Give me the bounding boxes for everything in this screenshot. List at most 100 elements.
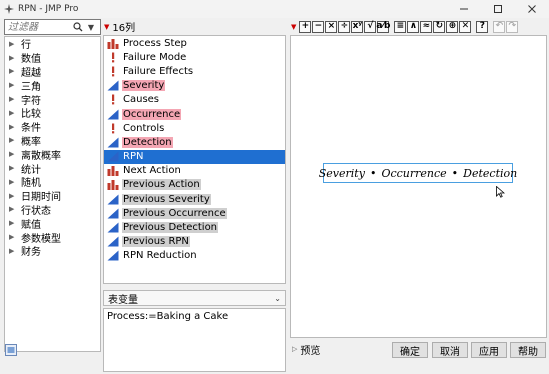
maximize-button[interactable] <box>481 0 515 18</box>
power-button[interactable]: xʸ <box>351 20 364 33</box>
column-item[interactable]: Failure Mode <box>104 50 285 64</box>
formula-picture-icon[interactable] <box>5 344 17 356</box>
column-item[interactable]: Failure Effects <box>104 64 285 78</box>
column-item[interactable]: Causes <box>104 93 285 107</box>
column-item[interactable]: Previous Occurrence <box>104 206 285 220</box>
function-category-item[interactable]: ▶ 超越 <box>5 65 100 79</box>
column-name: Previous Occurrence <box>122 207 227 219</box>
disclosure-triangle-icon[interactable]: ▷ <box>290 345 300 353</box>
expand-arrow-icon[interactable]: ▶ <box>9 233 17 241</box>
function-category-item[interactable]: ▶ 统计 <box>5 161 100 176</box>
expand-arrow-icon[interactable]: ▶ <box>9 164 17 172</box>
continuous-icon <box>106 136 119 148</box>
expand-arrow-icon[interactable]: ▶ <box>9 95 17 103</box>
expand-arrow-icon[interactable]: ▶ <box>9 247 17 255</box>
expand-arrow-icon[interactable]: ▶ <box>9 136 17 144</box>
apply-button[interactable]: 应用 <box>471 342 507 358</box>
expand-arrow-icon[interactable]: ▶ <box>9 150 17 158</box>
close-button[interactable] <box>515 0 549 18</box>
formula-expression[interactable]: Severity • Occurrence • Detection <box>319 163 517 183</box>
search-icon[interactable] <box>71 20 85 34</box>
formula-canvas[interactable]: Severity • Occurrence • Detection <box>290 35 547 338</box>
column-list: Process Step Failure Mode Failure Effects S… <box>103 35 286 284</box>
column-item[interactable]: Previous Severity <box>104 192 285 206</box>
function-category-item[interactable]: ▶ 赋值 <box>5 216 100 231</box>
chevron-down-icon[interactable]: ▼ <box>85 20 97 34</box>
function-category-item[interactable]: ▶ 比较 <box>5 106 100 121</box>
minimize-button[interactable] <box>447 0 481 18</box>
function-category-item[interactable]: ▶ 随机 <box>5 175 100 190</box>
column-item[interactable]: Severity <box>104 79 285 93</box>
merge-button[interactable]: ⊕ <box>446 20 459 33</box>
function-category-item[interactable]: ▶ 行状态 <box>5 203 100 217</box>
title-bar: RPN - JMP Pro <box>0 0 549 18</box>
column-item[interactable]: Detection <box>104 135 285 149</box>
table-variable-item[interactable]: Process:=Baking a Cake <box>107 311 228 322</box>
column-name: Next Action <box>123 165 181 177</box>
table-variables-dropdown[interactable]: 表变量 ⌄ <box>103 290 286 306</box>
refresh-button[interactable]: ↻ <box>433 20 446 33</box>
function-category-item[interactable]: ▶ 字符 <box>5 92 100 107</box>
function-category-item[interactable]: ▶ 参数模型 <box>5 230 100 245</box>
maximize-icon <box>494 5 502 13</box>
expand-arrow-icon[interactable]: ▶ <box>9 40 17 48</box>
divide-button[interactable]: ÷ <box>338 20 351 33</box>
function-category-label: 概率 <box>21 136 41 148</box>
function-category-item[interactable]: ▶ 三角 <box>5 78 100 93</box>
column-item[interactable]: Controls <box>104 121 285 135</box>
expand-arrow-icon[interactable]: ▶ <box>9 109 17 117</box>
filter-input[interactable] <box>5 20 71 34</box>
undo-button[interactable]: ↶ <box>493 20 506 33</box>
column-item[interactable]: Previous Detection <box>104 220 285 234</box>
expand-arrow-icon[interactable]: ▶ <box>9 192 17 200</box>
chevron-down-icon: ⌄ <box>274 293 281 303</box>
approx-button[interactable]: ≈ <box>420 20 433 33</box>
expand-arrow-icon[interactable]: ▶ <box>9 178 17 186</box>
match-button[interactable]: ≡ <box>394 20 407 33</box>
window-title: RPN - JMP Pro <box>18 4 79 14</box>
formula-term-occurrence[interactable]: Occurrence <box>381 167 446 180</box>
column-item[interactable]: Process Step <box>104 36 285 50</box>
multiply-button[interactable]: × <box>325 20 338 33</box>
column-item[interactable]: Next Action <box>104 164 285 178</box>
expand-arrow-icon[interactable]: ▶ <box>9 54 17 62</box>
expand-arrow-icon[interactable]: ▶ <box>9 219 17 227</box>
expand-arrow-icon[interactable]: ▶ <box>9 67 17 75</box>
function-category-label: 财务 <box>21 247 41 259</box>
red-triangle-icon[interactable]: ▼ <box>289 23 299 31</box>
red-triangle-icon[interactable]: ▼ <box>102 23 112 31</box>
function-category-item[interactable]: ▶ 离散概率 <box>5 147 100 162</box>
root-button[interactable]: √ <box>364 20 377 33</box>
column-item[interactable]: Previous RPN <box>104 235 285 249</box>
function-category-item[interactable]: ▶ 财务 <box>5 244 100 259</box>
column-item[interactable]: Previous Action <box>104 178 285 192</box>
help-icon-button[interactable]: ? <box>476 20 489 33</box>
function-category-item[interactable]: ▶ 日期时间 <box>5 189 100 204</box>
function-category-label: 行 <box>21 40 31 52</box>
column-item[interactable]: RPN Reduction <box>104 249 285 263</box>
function-category-item[interactable]: ▶ 数值 <box>5 51 100 66</box>
expand-arrow-icon[interactable]: ▶ <box>9 205 17 213</box>
add-button[interactable]: + <box>299 20 312 33</box>
expand-arrow-icon[interactable]: ▶ <box>9 123 17 131</box>
ok-button[interactable]: 确定 <box>392 342 428 358</box>
redo-button[interactable]: ↷ <box>506 20 519 33</box>
cancel-button[interactable]: 取消 <box>432 342 468 358</box>
table-variables-label: 表变量 <box>108 294 138 306</box>
delete-button[interactable]: ✕ <box>459 20 472 33</box>
expand-arrow-icon[interactable]: ▶ <box>9 81 17 89</box>
column-item[interactable]: Occurrence <box>104 107 285 121</box>
help-button[interactable]: 帮助 <box>510 342 546 358</box>
function-category-item[interactable]: ▶ 行 <box>5 37 100 52</box>
formula-term-detection[interactable]: Detection <box>463 167 517 180</box>
and-button[interactable]: ∧ <box>407 20 420 33</box>
columns-header[interactable]: ▼ 16列 <box>102 18 288 35</box>
function-category-item[interactable]: ▶ 条件 <box>5 120 100 135</box>
function-category-item[interactable]: ▶ 概率 <box>5 134 100 148</box>
fraction-button[interactable]: a⁄b <box>376 20 390 33</box>
formula-term-severity[interactable]: Severity <box>319 167 365 180</box>
column-item[interactable]: RPN <box>104 149 285 164</box>
continuous-icon <box>106 108 119 120</box>
multiply-operator: • <box>369 166 377 180</box>
subtract-button[interactable]: − <box>312 20 325 33</box>
